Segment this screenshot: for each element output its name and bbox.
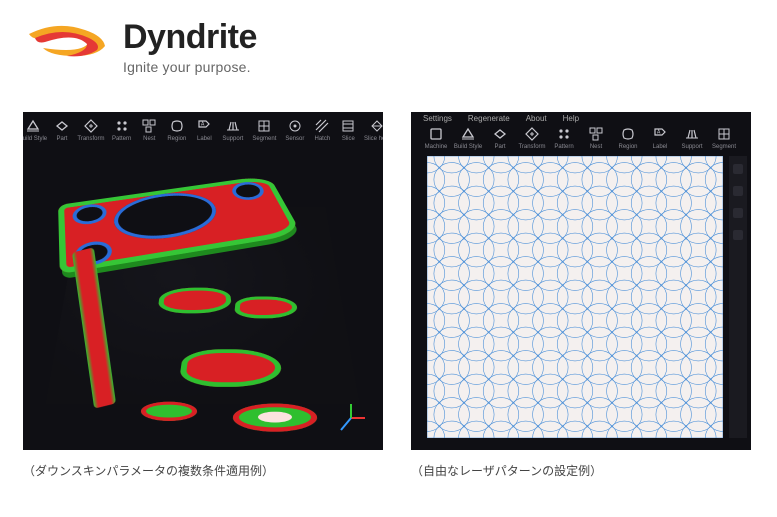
- tool-label: Transform: [518, 144, 545, 150]
- transform-icon: [524, 126, 540, 142]
- slicehere-tool-button[interactable]: Slice here: [366, 118, 383, 142]
- pattern-tool-button[interactable]: Pattern: [553, 126, 575, 150]
- right-menubar: Settings Regenerate About Help: [423, 114, 579, 123]
- left-panel: MachineBuild StylePartTransformPatternNe…: [23, 112, 383, 479]
- right-caption: （自由なレーザパターンの設定例）: [411, 462, 751, 479]
- side-panel-button[interactable]: [733, 208, 743, 218]
- left-toolbar: MachineBuild StylePartTransformPatternNe…: [23, 118, 383, 142]
- slicehere-icon: [369, 118, 383, 134]
- segment-icon: [716, 126, 732, 142]
- tool-label: Pattern: [112, 136, 131, 142]
- region-tool-button[interactable]: Region: [167, 118, 186, 142]
- buildstyle-icon: [25, 118, 41, 134]
- tool-label: Segment: [712, 144, 736, 150]
- logo-area: Dyndrite Ignite your purpose.: [23, 12, 257, 75]
- part-icon: [54, 118, 70, 134]
- segment-icon: [256, 118, 272, 134]
- right-viewport[interactable]: Settings Regenerate About Help Machine Build…: [411, 112, 751, 450]
- side-panel-button[interactable]: [733, 230, 743, 240]
- axis-gizmo-icon[interactable]: [333, 400, 369, 436]
- transform-icon: [83, 118, 99, 134]
- part-tool-button[interactable]: Part: [54, 118, 70, 142]
- menu-help[interactable]: Help: [563, 114, 579, 123]
- tool-label: Build Style: [454, 144, 482, 150]
- buildstyle-tool-button[interactable]: Build Style: [457, 126, 479, 150]
- slice-icon: [340, 118, 356, 134]
- label-tool-button[interactable]: A Label: [196, 118, 212, 142]
- tool-label: Machine: [425, 144, 448, 150]
- tool-label: Build Style: [23, 136, 47, 142]
- laser-pattern-canvas[interactable]: [427, 156, 723, 438]
- support-tool-button[interactable]: Support: [222, 118, 243, 142]
- tool-label: Support: [681, 144, 702, 150]
- left-viewport[interactable]: MachineBuild StylePartTransformPatternNe…: [23, 112, 383, 450]
- tool-label: Pattern: [554, 144, 573, 150]
- support-tool-button[interactable]: Support: [681, 126, 703, 150]
- side-panel-button[interactable]: [733, 164, 743, 174]
- tool-label: Sensor: [285, 136, 304, 142]
- tool-label: Part: [56, 136, 67, 142]
- brand-tagline: Ignite your purpose.: [123, 59, 257, 75]
- segment-tool-button[interactable]: Segment: [253, 118, 275, 142]
- label-tool-button[interactable]: A Label: [649, 126, 671, 150]
- pattern-icon: [114, 118, 130, 134]
- part-icon: [492, 126, 508, 142]
- side-panel-button[interactable]: [733, 186, 743, 196]
- tool-label: Nest: [143, 136, 155, 142]
- region-icon: [620, 126, 636, 142]
- sensor-tool-button[interactable]: Sensor: [285, 118, 304, 142]
- tool-label: Slice here: [364, 136, 383, 142]
- machine-tool-button[interactable]: Machine: [425, 126, 447, 150]
- menu-about[interactable]: About: [526, 114, 547, 123]
- tool-label: Support: [222, 136, 243, 142]
- transform-tool-button[interactable]: Transform: [80, 118, 102, 142]
- slice-tool-button[interactable]: Slice: [340, 118, 356, 142]
- nest-icon: [141, 118, 157, 134]
- part-tool-button[interactable]: Part: [489, 126, 511, 150]
- tool-label: Label: [197, 136, 212, 142]
- nest-tool-button[interactable]: Nest: [141, 118, 157, 142]
- right-toolbar: Machine Build Style Part Transform Pattern Ne…: [411, 126, 751, 150]
- right-panel: Settings Regenerate About Help Machine Build…: [411, 112, 751, 479]
- left-caption: （ダウンスキンパラメータの複数条件適用例）: [23, 462, 383, 479]
- transform-tool-button[interactable]: Transform: [521, 126, 543, 150]
- pattern-icon: [556, 126, 572, 142]
- brand-name: Dyndrite: [123, 18, 257, 57]
- menu-regenerate[interactable]: Regenerate: [468, 114, 510, 123]
- tool-label: Nest: [590, 144, 602, 150]
- menu-settings[interactable]: Settings: [423, 114, 452, 123]
- region-blob[interactable]: [231, 404, 319, 432]
- region-blob[interactable]: [140, 402, 198, 421]
- segment-tool-button[interactable]: Segment: [713, 126, 735, 150]
- nest-icon: [588, 126, 604, 142]
- tool-label: Transform: [77, 136, 104, 142]
- flame-icon: [23, 12, 109, 64]
- region-tool-button[interactable]: Region: [617, 126, 639, 150]
- hatch-tool-button[interactable]: Hatch: [314, 118, 330, 142]
- label-icon: A: [652, 126, 668, 142]
- machine-icon: [428, 126, 444, 142]
- sensor-icon: [287, 118, 303, 134]
- left-3d-canvas[interactable]: [31, 156, 375, 442]
- hatch-icon: [314, 118, 330, 134]
- region-icon: [169, 118, 185, 134]
- tool-label: Slice: [342, 136, 355, 142]
- right-side-panel[interactable]: [729, 156, 747, 438]
- tool-label: Segment: [252, 136, 276, 142]
- buildstyle-icon: [460, 126, 476, 142]
- support-icon: [225, 118, 241, 134]
- tool-label: Region: [618, 144, 637, 150]
- buildstyle-tool-button[interactable]: Build Style: [23, 118, 44, 142]
- tool-label: Region: [167, 136, 186, 142]
- label-icon: A: [196, 118, 212, 134]
- tool-label: Part: [494, 144, 505, 150]
- tool-label: Hatch: [315, 136, 331, 142]
- nest-tool-button[interactable]: Nest: [585, 126, 607, 150]
- support-icon: [684, 126, 700, 142]
- tool-label: Label: [653, 144, 668, 150]
- pattern-tool-button[interactable]: Pattern: [112, 118, 131, 142]
